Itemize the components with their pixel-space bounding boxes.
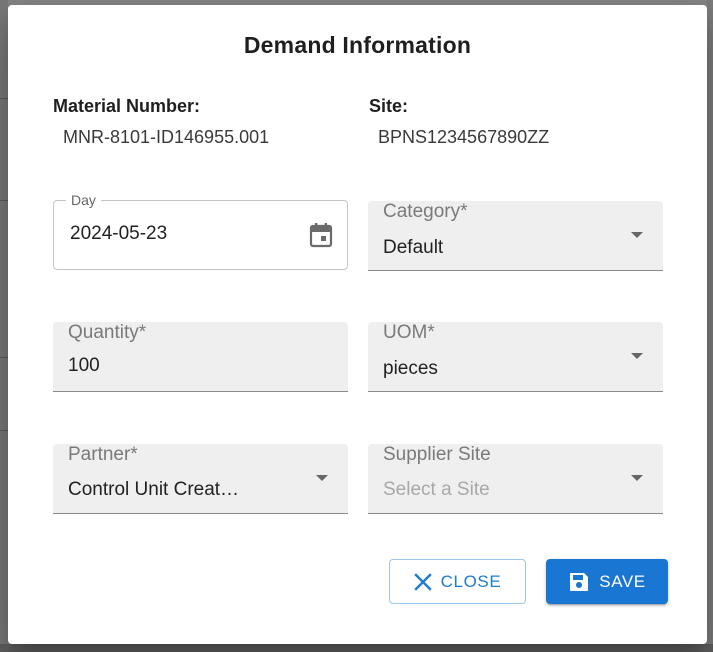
close-button[interactable]: Close	[389, 559, 526, 604]
supplier-site-select[interactable]: Supplier Site Select a Site	[368, 444, 663, 514]
background-divider	[0, 98, 8, 99]
dropdown-arrow-icon[interactable]	[631, 232, 643, 238]
day-field-value[interactable]: 2024-05-23	[70, 223, 167, 245]
site-value: BPNS1234567890ZZ	[378, 127, 550, 147]
background-divider	[0, 200, 8, 201]
demand-information-dialog: Demand Information Material Number: MNR-…	[8, 5, 707, 644]
background-bottom-strip	[0, 644, 713, 652]
category-value: Default	[383, 237, 444, 258]
background-divider	[0, 357, 8, 358]
uom-value: pieces	[383, 358, 438, 379]
background-right-strip	[707, 0, 713, 652]
uom-select[interactable]: UOM* pieces	[368, 322, 663, 392]
category-select[interactable]: Category* Default	[368, 201, 663, 271]
close-button-label: Close	[440, 571, 502, 591]
site-label: Site:	[369, 96, 409, 116]
category-label: Category*	[383, 201, 468, 222]
quantity-label: Quantity*	[68, 322, 147, 343]
dropdown-arrow-icon[interactable]	[631, 475, 643, 481]
material-number-label: Material Number:	[53, 96, 201, 116]
partner-select[interactable]: Partner* Control Unit Creat…	[53, 444, 348, 514]
day-date-field[interactable]: Day 2024-05-23	[53, 192, 348, 270]
calendar-icon[interactable]	[309, 222, 333, 248]
supplier-site-placeholder: Select a Site	[383, 479, 490, 500]
quantity-value[interactable]: 100	[68, 355, 100, 377]
dialog-title: Demand Information	[243, 32, 472, 58]
background-divider	[0, 430, 8, 431]
day-field-label: Day	[66, 192, 101, 208]
dropdown-arrow-icon[interactable]	[316, 475, 328, 481]
dropdown-arrow-icon[interactable]	[631, 353, 643, 359]
save-button-label: Save	[599, 571, 646, 591]
partner-label: Partner*	[68, 444, 138, 465]
material-number-value: MNR-8101-ID146955.001	[63, 127, 270, 147]
save-button[interactable]: Save	[546, 559, 668, 604]
supplier-site-label: Supplier Site	[383, 444, 491, 465]
close-x-icon	[413, 572, 432, 591]
uom-label: UOM*	[383, 322, 435, 343]
quantity-input[interactable]: Quantity* 100	[53, 322, 348, 392]
save-floppy-icon	[570, 572, 589, 591]
partner-value: Control Unit Creat…	[68, 479, 240, 500]
